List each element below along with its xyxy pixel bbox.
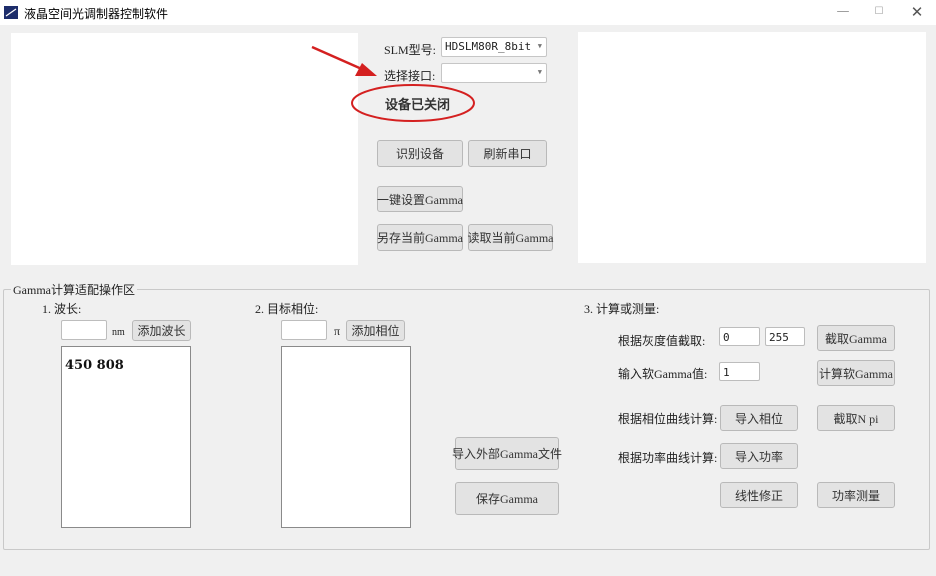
- identify-device-button[interactable]: 识别设备: [377, 140, 463, 167]
- maximize-icon[interactable]: ☐: [868, 4, 890, 20]
- wavelength-input[interactable]: [61, 320, 107, 340]
- phase-input[interactable]: [281, 320, 327, 340]
- phase-list[interactable]: [281, 346, 411, 528]
- chevron-down-icon: ▼: [537, 68, 542, 76]
- slm-model-label: SLM型号:: [384, 43, 437, 57]
- import-phase-button[interactable]: 导入相位: [720, 405, 798, 431]
- one-click-gamma-button[interactable]: 一键设置Gamma: [377, 186, 463, 212]
- import-external-gamma-button[interactable]: 导入外部Gamma文件: [452, 437, 562, 470]
- slm-model-select[interactable]: HDSLM80R_8bit ▼: [441, 37, 547, 57]
- minimize-icon[interactable]: —: [832, 4, 854, 20]
- right-display-panel: [578, 32, 926, 263]
- linear-fix-button[interactable]: 线性修正: [720, 482, 798, 508]
- slm-model-value: HDSLM80R_8bit: [445, 40, 532, 53]
- soft-gamma-input[interactable]: 1: [719, 362, 760, 381]
- calc-measure-label: 3. 计算或测量:: [584, 302, 660, 316]
- device-status: 设备已关闭: [385, 98, 451, 113]
- wavelength-list[interactable]: 450 808: [61, 346, 191, 528]
- gray-max-input[interactable]: 255: [765, 327, 805, 346]
- refresh-port-button[interactable]: 刷新串口: [468, 140, 547, 167]
- add-phase-button[interactable]: 添加相位: [346, 320, 405, 341]
- phase-curve-label: 根据相位曲线计算:: [618, 412, 718, 426]
- gray-value-label: 根据灰度值截取:: [618, 334, 706, 348]
- cut-gamma-button[interactable]: 截取Gamma: [817, 325, 895, 351]
- power-curve-label: 根据功率曲线计算:: [618, 451, 718, 465]
- annotation-arrowhead-icon: [355, 63, 377, 76]
- gamma-group-title: Gamma计算适配操作区: [11, 281, 137, 298]
- phase-unit: π: [334, 324, 341, 338]
- window-title: 液晶空间光调制器控制软件: [24, 7, 169, 21]
- target-phase-label: 2. 目标相位:: [255, 302, 319, 316]
- list-item[interactable]: 450 808: [65, 358, 124, 373]
- gray-min-input[interactable]: 0: [719, 327, 760, 346]
- cut-npi-button[interactable]: 截取N pi: [817, 405, 895, 431]
- save-current-gamma-button[interactable]: 另存当前Gamma: [377, 224, 463, 251]
- add-wavelength-button[interactable]: 添加波长: [132, 320, 191, 341]
- wavelength-unit: nm: [112, 327, 125, 338]
- close-icon[interactable]: ✕: [906, 4, 928, 20]
- title-bar: 液晶空间光调制器控制软件 — ☐ ✕: [0, 0, 936, 25]
- port-select[interactable]: ▼: [441, 63, 547, 83]
- soft-gamma-label: 输入软Gamma值:: [618, 367, 708, 381]
- port-label: 选择接口:: [384, 69, 436, 83]
- calc-soft-gamma-button[interactable]: 计算软Gamma: [817, 360, 895, 386]
- chevron-down-icon: ▼: [537, 42, 542, 50]
- import-power-button[interactable]: 导入功率: [720, 443, 798, 469]
- read-current-gamma-button[interactable]: 读取当前Gamma: [468, 224, 554, 251]
- left-display-panel: [11, 33, 358, 265]
- power-measure-button[interactable]: 功率测量: [817, 482, 895, 508]
- save-gamma-button[interactable]: 保存Gamma: [455, 482, 559, 515]
- wavelength-label: 1. 波长:: [42, 302, 82, 316]
- app-icon: [4, 6, 18, 19]
